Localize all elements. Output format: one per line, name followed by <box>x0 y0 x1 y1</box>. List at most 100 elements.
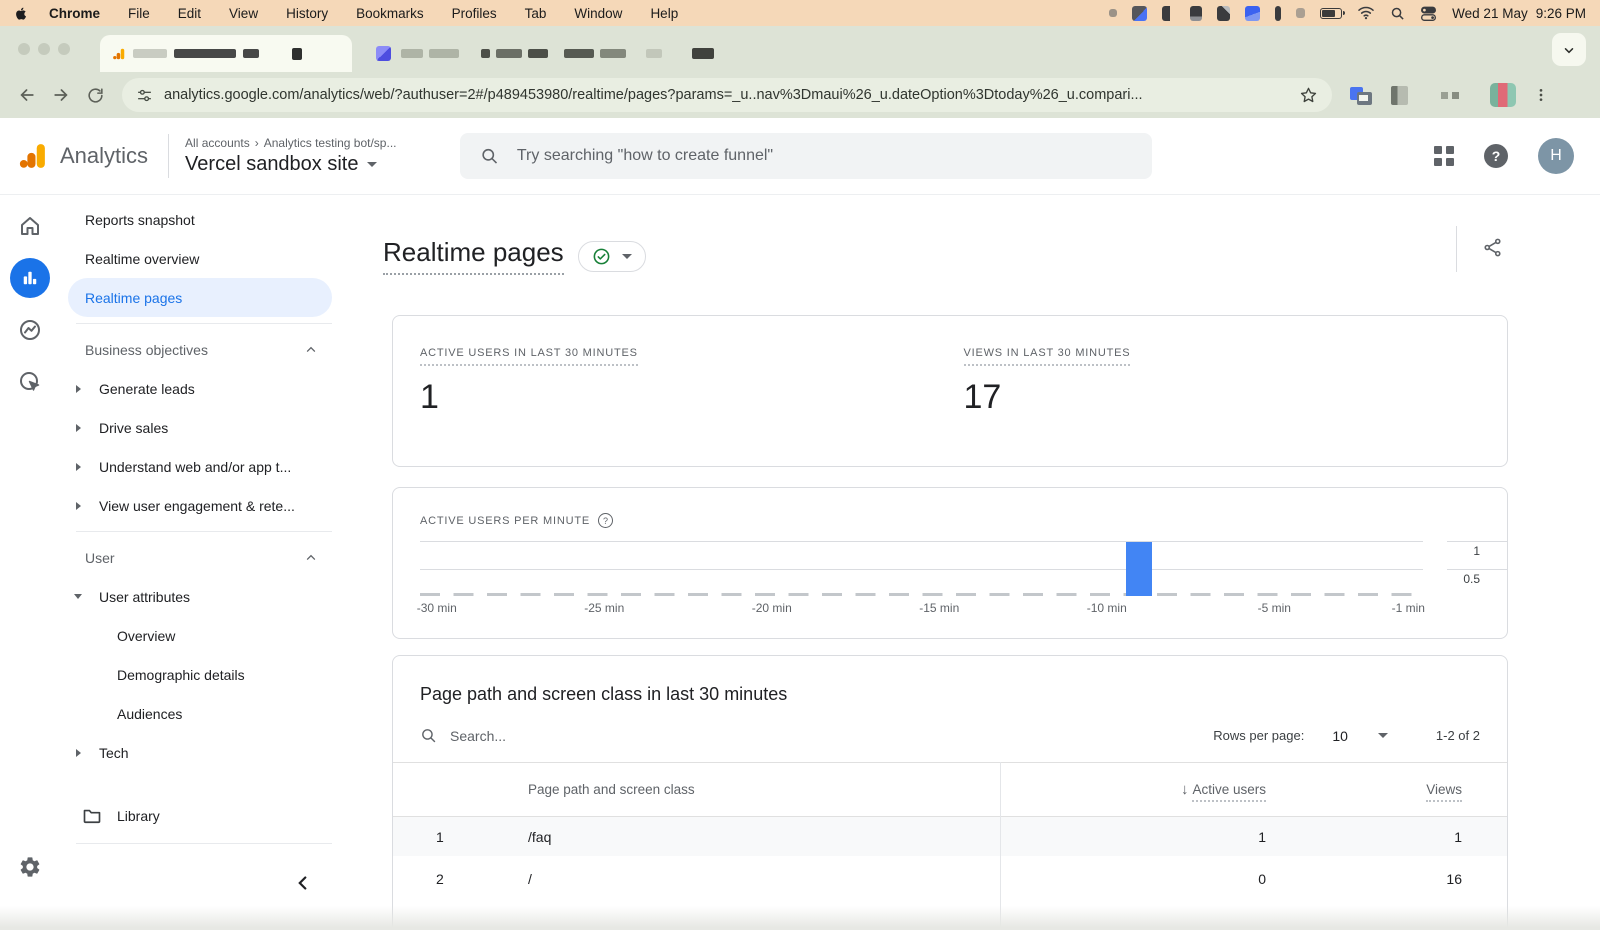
sidebar-item-drive-sales[interactable]: Drive sales <box>60 408 340 447</box>
global-search-input[interactable] <box>517 147 1132 165</box>
menubar-item-tab[interactable]: Tab <box>525 6 547 21</box>
sidebar-item-realtime-overview[interactable]: Realtime overview <box>60 239 340 278</box>
sidebar-item-reports-snapshot[interactable]: Reports snapshot <box>60 200 340 239</box>
arrow-left-icon <box>17 85 37 105</box>
bookmark-star-icon[interactable] <box>1299 86 1318 105</box>
search-icon <box>480 146 499 166</box>
tab-analytics-active[interactable] <box>100 35 352 72</box>
control-center-icon[interactable] <box>1420 6 1437 21</box>
table-search[interactable] <box>420 727 1213 744</box>
status-icon[interactable] <box>1109 9 1117 17</box>
breadcrumb-separator-icon: › <box>255 136 259 150</box>
table-row: 1 /faq 1 1 <box>393 817 1507 858</box>
reload-button[interactable] <box>78 78 112 112</box>
redacted-tab-title <box>646 49 662 58</box>
table-search-input[interactable] <box>450 728 750 744</box>
expand-arrow-icon <box>76 385 81 393</box>
tab-search-button[interactable] <box>1552 33 1586 66</box>
sidebar-item-overview[interactable]: Overview <box>60 616 340 655</box>
menubar-item-file[interactable]: File <box>128 6 150 21</box>
nav-reports-active[interactable] <box>10 258 50 298</box>
macos-menubar: Chrome File Edit View History Bookmarks … <box>0 0 1600 26</box>
status-icon[interactable] <box>1296 8 1305 18</box>
section-user[interactable]: User <box>60 538 340 577</box>
menubar-item-history[interactable]: History <box>286 6 328 21</box>
status-icon[interactable] <box>1217 6 1230 21</box>
column-header-active-users[interactable]: ↓Active users <box>998 781 1266 798</box>
apps-grid-icon[interactable] <box>1434 146 1454 166</box>
admin-settings[interactable] <box>18 855 42 879</box>
divider <box>76 843 332 844</box>
breadcrumb-account[interactable]: Analytics testing bot/sp... <box>264 136 397 150</box>
sidebar-item-tech[interactable]: Tech <box>60 733 340 772</box>
back-button[interactable] <box>10 78 44 112</box>
redacted-tab-title <box>528 49 548 58</box>
menubar-item-chrome[interactable]: Chrome <box>49 6 100 21</box>
sidebar-item-generate-leads[interactable]: Generate leads <box>60 369 340 408</box>
global-search-bar[interactable] <box>460 133 1152 179</box>
sidebar-item-audiences[interactable]: Audiences <box>60 694 340 733</box>
help-icon[interactable]: ? <box>598 513 613 528</box>
menubar-item-view[interactable]: View <box>229 6 258 21</box>
breadcrumb-all-accounts[interactable]: All accounts <box>185 136 250 150</box>
browser-tabstrip <box>0 26 1600 72</box>
y-axis-label: 1 <box>1473 544 1480 558</box>
chevron-down-icon <box>1562 43 1576 57</box>
table-row: 2 / 0 16 <box>393 858 1507 899</box>
status-icon[interactable] <box>1245 6 1260 21</box>
site-settings-icon[interactable] <box>136 87 153 104</box>
window-close-button[interactable] <box>18 43 30 55</box>
extension-icon[interactable] <box>1441 92 1459 99</box>
column-header-page-path[interactable]: Page path and screen class <box>528 782 998 797</box>
menubar-item-edit[interactable]: Edit <box>178 6 201 21</box>
spotlight-icon[interactable] <box>1390 6 1405 21</box>
window-zoom-button[interactable] <box>58 43 70 55</box>
sidebar-item-understand-traffic[interactable]: Understand web and/or app t... <box>60 447 340 486</box>
expand-arrow-icon <box>76 424 81 432</box>
menubar-item-window[interactable]: Window <box>574 6 622 21</box>
menubar-item-profiles[interactable]: Profiles <box>452 6 497 21</box>
menubar-clock[interactable]: Wed 21 May9:26 PM <box>1452 6 1586 21</box>
status-icon[interactable] <box>1162 6 1175 21</box>
menubar-item-help[interactable]: Help <box>650 6 678 21</box>
rows-per-page-value[interactable]: 10 <box>1332 728 1348 744</box>
wifi-icon[interactable] <box>1357 6 1375 20</box>
window-minimize-button[interactable] <box>38 43 50 55</box>
analytics-logo[interactable] <box>18 141 48 171</box>
sidebar-collapse-button[interactable] <box>292 872 314 894</box>
views-metric: VIEWS IN LAST 30 MINUTES 17 <box>964 343 1508 466</box>
sidebar-item-user-attributes[interactable]: User attributes <box>60 577 340 616</box>
column-header-views[interactable]: Views <box>1266 782 1462 797</box>
account-avatar[interactable]: H <box>1538 138 1574 174</box>
metric-value: 1 <box>420 378 964 417</box>
menubar-item-bookmarks[interactable]: Bookmarks <box>356 6 424 21</box>
apple-icon[interactable] <box>14 5 29 22</box>
forward-button[interactable] <box>44 78 78 112</box>
browser-menu-icon[interactable] <box>1533 87 1549 103</box>
arrow-right-icon <box>51 85 71 105</box>
caret-down-icon[interactable] <box>1378 733 1388 738</box>
property-selector[interactable]: Vercel sandbox site <box>185 153 396 176</box>
section-business-objectives[interactable]: Business objectives <box>60 330 340 369</box>
sidebar-item-library[interactable]: Library <box>60 796 340 835</box>
nav-advertising[interactable] <box>18 370 42 394</box>
tab-secondary[interactable] <box>364 35 726 72</box>
status-icon[interactable] <box>1132 6 1147 21</box>
share-button[interactable] <box>1482 237 1503 258</box>
report-status-dropdown[interactable] <box>578 241 646 272</box>
url-bar[interactable]: analytics.google.com/analytics/web/?auth… <box>122 78 1332 112</box>
extension-icon[interactable] <box>1350 83 1374 107</box>
sidebar-item-realtime-pages[interactable]: Realtime pages <box>68 278 332 317</box>
status-icon[interactable] <box>1275 6 1281 21</box>
sidebar-item-view-engagement[interactable]: View user engagement & rete... <box>60 486 340 525</box>
sidebar-item-demographic-details[interactable]: Demographic details <box>60 655 340 694</box>
battery-icon[interactable] <box>1320 8 1342 19</box>
profile-avatar-chip[interactable] <box>1490 83 1516 107</box>
status-icon[interactable] <box>1190 6 1202 21</box>
extension-icon[interactable] <box>1391 86 1408 105</box>
pagination-range: 1-2 of 2 <box>1436 728 1480 743</box>
analytics-favicon <box>112 47 126 61</box>
nav-home[interactable] <box>18 214 42 238</box>
help-icon[interactable]: ? <box>1484 144 1508 168</box>
nav-explore[interactable] <box>18 318 42 342</box>
